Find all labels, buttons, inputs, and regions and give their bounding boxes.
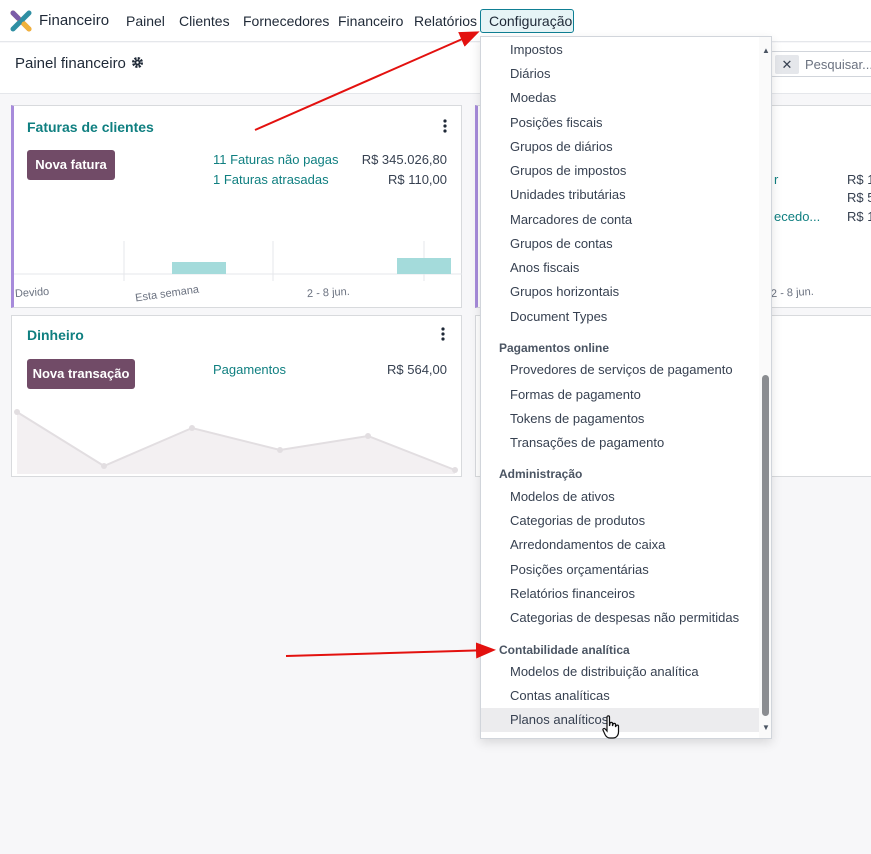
gear-icon[interactable]: [131, 56, 144, 69]
search-bar[interactable]: ✕ Pesquisar...: [770, 51, 871, 77]
nav-clientes[interactable]: Clientes: [179, 13, 230, 29]
menu-item-modelos-ativos[interactable]: Modelos de ativos: [481, 485, 759, 509]
vendor-amount-2: R$ 5: [847, 190, 871, 205]
menu-item-marcadores-conta[interactable]: Marcadores de conta: [481, 208, 759, 232]
menu-item-document-types[interactable]: Document Types: [481, 305, 759, 329]
menu-item-categorias-despesas[interactable]: Categorias de despesas não permitidas: [481, 606, 759, 630]
menu-item-formas-pagamento[interactable]: Formas de pagamento: [481, 383, 759, 407]
vendor-amount-1: R$ 1: [847, 172, 871, 187]
card-title[interactable]: Dinheiro: [27, 327, 84, 343]
customer-invoices-card: Faturas de clientes Nova fatura 11 Fatur…: [11, 105, 462, 308]
menu-item-grupos-impostos[interactable]: Grupos de impostos: [481, 159, 759, 183]
unpaid-invoices-amount: R$ 345.026,80: [361, 152, 447, 167]
menu-item-modelos-distribuicao[interactable]: Modelos de distribuição analítica: [481, 660, 759, 684]
payments-amount: R$ 564,00: [387, 362, 447, 377]
menu-item-grupos-contas[interactable]: Grupos de contas: [481, 232, 759, 256]
new-invoice-button[interactable]: Nova fatura: [27, 150, 115, 180]
menu-item-moedas[interactable]: Moedas: [481, 86, 759, 110]
page-title: Painel financeiro: [15, 55, 126, 72]
section-header-analytic: Contabilidade analítica: [499, 643, 630, 657]
scrollbar-thumb[interactable]: [762, 375, 769, 716]
vendor-chart-label: 2 - 8 jun.: [770, 285, 815, 301]
app-name[interactable]: Financeiro: [39, 12, 109, 29]
menu-item-unidades-tributarias[interactable]: Unidades tributárias: [481, 183, 759, 207]
hand-cursor-icon: [602, 715, 620, 739]
menu-item-anos-fiscais[interactable]: Anos fiscais: [481, 256, 759, 280]
section-header-payments: Pagamentos online: [499, 341, 610, 355]
cash-card: Dinheiro Nova transação Pagamentos R$ 56…: [11, 315, 462, 477]
menu-item-contas-analiticas[interactable]: Contas analíticas: [481, 684, 759, 708]
annotation-arrow: [285, 642, 496, 659]
nav-fornecedores[interactable]: Fornecedores: [243, 13, 329, 29]
card-title[interactable]: Faturas de clientes: [27, 119, 154, 135]
menu-item-provedores[interactable]: Provedores de serviços de pagamento: [481, 358, 759, 382]
menu-item-diarios[interactable]: Diários: [481, 62, 759, 86]
clear-filter-icon[interactable]: ✕: [775, 55, 799, 74]
vendor-link-1[interactable]: r: [774, 172, 778, 187]
cash-line-chart: [14, 409, 458, 474]
payments-link[interactable]: Pagamentos: [213, 362, 286, 377]
nav-painel[interactable]: Painel: [126, 13, 165, 29]
new-transaction-button[interactable]: Nova transação: [27, 359, 135, 389]
section-header-admin: Administração: [499, 467, 583, 481]
menu-item-tokens[interactable]: Tokens de pagamentos: [481, 407, 759, 431]
search-input[interactable]: Pesquisar...: [805, 57, 871, 72]
overdue-invoices-amount: R$ 110,00: [387, 172, 447, 187]
menu-item-transacoes[interactable]: Transações de pagamento: [481, 431, 759, 455]
overdue-invoices-link[interactable]: 1 Faturas atrasadas: [213, 172, 329, 187]
vendor-link-2[interactable]: ecedo...: [774, 209, 820, 224]
menu-item-grupos-diarios[interactable]: Grupos de diários: [481, 135, 759, 159]
menu-item-categorias-produtos[interactable]: Categorias de produtos: [481, 509, 759, 533]
kebab-menu-icon[interactable]: [441, 327, 445, 341]
nav-configuracao[interactable]: Configuração: [480, 9, 574, 33]
vendor-amount-3: R$ 1: [847, 209, 871, 224]
configuration-dropdown: Impostos Diários Moedas Posições fiscais…: [480, 36, 772, 739]
kebab-menu-icon[interactable]: [443, 119, 447, 133]
chart-label-week: 2 - 8 jun.: [306, 285, 351, 301]
nav-relatorios[interactable]: Relatórios: [414, 13, 477, 29]
app-logo-icon[interactable]: [10, 10, 32, 32]
chart-bar[interactable]: [397, 258, 451, 274]
menu-item-relatorios-financeiros[interactable]: Relatórios financeiros: [481, 582, 759, 606]
invoices-bar-chart: [14, 241, 462, 281]
chart-bar[interactable]: [172, 262, 226, 274]
menu-item-impostos[interactable]: Impostos: [481, 38, 759, 62]
menu-item-posicoes-fiscais[interactable]: Posições fiscais: [481, 111, 759, 135]
unpaid-invoices-link[interactable]: 11 Faturas não pagas: [213, 152, 339, 167]
nav-financeiro[interactable]: Financeiro: [338, 13, 403, 29]
menu-item-planos-analiticos[interactable]: Planos analíticos: [481, 708, 759, 732]
chart-label-due: Devido: [14, 285, 50, 301]
scroll-down-icon[interactable]: ▼: [762, 723, 770, 732]
menu-item-posicoes-orcamentarias[interactable]: Posições orçamentárias: [481, 558, 759, 582]
menu-item-grupos-horizontais[interactable]: Grupos horizontais: [481, 280, 759, 304]
scroll-up-icon[interactable]: ▲: [762, 46, 770, 55]
menu-item-arredondamentos[interactable]: Arredondamentos de caixa: [481, 533, 759, 557]
